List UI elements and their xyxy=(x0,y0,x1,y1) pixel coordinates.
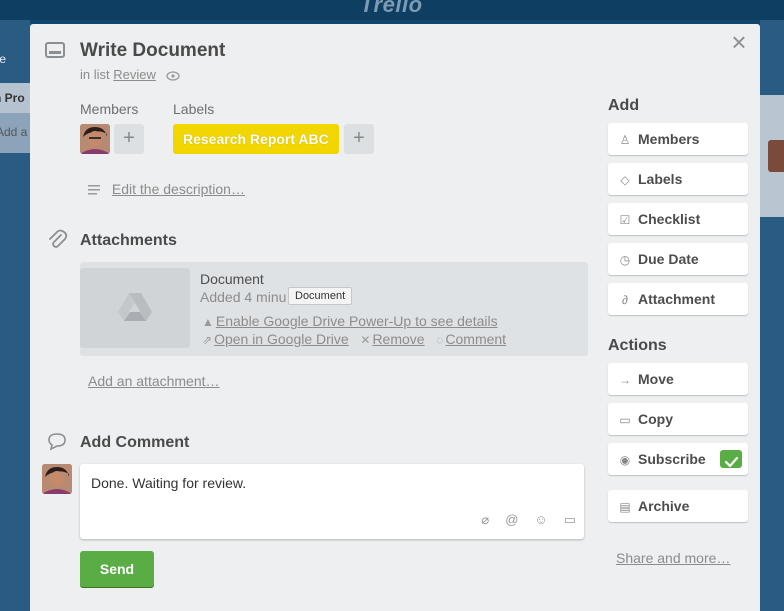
avatar[interactable] xyxy=(80,124,110,154)
attachment-thumbnail[interactable] xyxy=(80,268,190,348)
actions-heading: Actions xyxy=(608,337,667,354)
trello-logo: Trello xyxy=(360,0,423,17)
labels-label: Labels xyxy=(173,101,215,117)
comment-input[interactable]: Done. Waiting for review. ⌀ @ ☺ ▭ xyxy=(80,464,584,539)
comment-text: Done. Waiting for review. xyxy=(91,475,247,491)
background-list-left: te n Pro Add a xyxy=(0,20,30,611)
comment-icon: ◌ xyxy=(436,333,444,347)
card-icon xyxy=(45,42,65,58)
close-icon[interactable]: × xyxy=(728,29,750,55)
background-text: n Pro xyxy=(0,91,25,105)
description-icon xyxy=(88,185,100,195)
card-icon[interactable]: ▭ xyxy=(564,512,576,528)
copy-button[interactable]: ▭ Copy xyxy=(608,403,748,435)
archive-button-label: Archive xyxy=(638,498,690,514)
members-button-label: Members xyxy=(638,131,700,147)
eye-icon: ◉ xyxy=(619,453,631,467)
speech-bubble-icon xyxy=(48,433,66,451)
attachment-button[interactable]: ∂ Attachment xyxy=(608,283,748,315)
emoji-icon[interactable]: ☺ xyxy=(534,512,547,528)
card-icon: ▭ xyxy=(619,413,631,427)
attachment-item: Document Added 4 minu ▲ Enable Google Dri… xyxy=(80,262,588,356)
clock-icon: ◷ xyxy=(619,253,631,267)
subscribe-button-label: Subscribe xyxy=(638,451,706,467)
attachment-added: Added 4 minu xyxy=(200,289,287,305)
google-drive-icon xyxy=(118,293,152,321)
attachment-icon[interactable]: ⌀ xyxy=(481,512,489,528)
card-title[interactable]: Write Document xyxy=(80,40,225,62)
copy-button-label: Copy xyxy=(638,411,673,427)
gdrive-powerup-link[interactable]: ▲ Enable Google Drive Power-Up to see det… xyxy=(202,313,498,329)
send-button[interactable]: Send xyxy=(80,551,154,587)
due-date-button-label: Due Date xyxy=(638,251,699,267)
avatar xyxy=(42,464,72,494)
labels-button[interactable]: ◇ Labels xyxy=(608,163,748,195)
background-text: te xyxy=(0,52,7,66)
background-card: Add a xyxy=(0,113,30,153)
edit-description-text: Edit the description… xyxy=(111,181,245,197)
eye-icon xyxy=(165,70,180,81)
add-attachment-link[interactable]: Add an attachment… xyxy=(88,373,220,389)
arrow-right-icon: → xyxy=(619,373,631,387)
add-heading: Add xyxy=(608,97,640,114)
remove-icon: ✕ xyxy=(360,333,371,347)
members-label: Members xyxy=(80,101,139,117)
attachments-heading: Attachments xyxy=(80,232,177,249)
checklist-button[interactable]: ☑ Checklist xyxy=(608,203,748,235)
members-button[interactable]: ♙ Members xyxy=(608,123,748,155)
attachment-button-label: Attachment xyxy=(638,291,716,307)
list-name-link[interactable]: Review xyxy=(113,67,156,82)
share-and-more-link[interactable]: Share and more… xyxy=(616,550,730,566)
add-comment-heading: Add Comment xyxy=(80,434,190,451)
board-header: Trello xyxy=(0,0,784,20)
person-icon: ♙ xyxy=(619,133,631,147)
gdrive-powerup-text: Enable Google Drive Power-Up to see deta… xyxy=(215,313,498,329)
edit-description-link[interactable]: Edit the description… xyxy=(88,181,245,197)
external-link-icon: ⇗ xyxy=(202,333,213,347)
tooltip: Document xyxy=(288,287,353,305)
checklist-icon: ☑ xyxy=(619,213,631,227)
comment-attachment-link[interactable]: Comment xyxy=(445,331,506,347)
background-avatar xyxy=(768,140,784,172)
paperclip-icon xyxy=(49,229,68,248)
add-member-button[interactable]: + xyxy=(114,124,144,154)
subscribe-button[interactable]: ◉ Subscribe xyxy=(608,443,748,475)
archive-icon: ▤ xyxy=(619,500,631,514)
in-list-line: in list Review xyxy=(80,67,180,82)
google-drive-icon: ▲ xyxy=(202,315,214,329)
move-button[interactable]: → Move xyxy=(608,363,748,395)
checklist-button-label: Checklist xyxy=(638,211,701,227)
remove-attachment-link[interactable]: Remove xyxy=(372,331,424,347)
paperclip-icon: ∂ xyxy=(622,293,628,307)
attachment-actions: ⇗ Open in Google Drive ✕ Remove ◌ Comment xyxy=(202,331,506,347)
labels-button-label: Labels xyxy=(638,171,683,187)
tag-icon: ◇ xyxy=(620,173,630,187)
comment-toolbar: ⌀ @ ☺ ▭ xyxy=(481,512,576,528)
mention-icon[interactable]: @ xyxy=(505,512,518,528)
card-detail-modal: × Write Document in list Review Members … xyxy=(30,24,760,611)
archive-button[interactable]: ▤ Archive xyxy=(608,490,748,522)
background-text: Add a xyxy=(0,125,28,139)
open-in-drive-link[interactable]: Open in Google Drive xyxy=(214,331,349,347)
label-chip[interactable]: Research Report ABC xyxy=(173,124,339,154)
background-list-header: n Pro xyxy=(0,83,30,113)
in-list-prefix: in list xyxy=(80,67,110,82)
check-icon xyxy=(720,450,742,468)
attachment-name[interactable]: Document xyxy=(200,271,264,287)
move-button-label: Move xyxy=(638,371,674,387)
add-label-button[interactable]: + xyxy=(344,124,374,154)
due-date-button[interactable]: ◷ Due Date xyxy=(608,243,748,275)
